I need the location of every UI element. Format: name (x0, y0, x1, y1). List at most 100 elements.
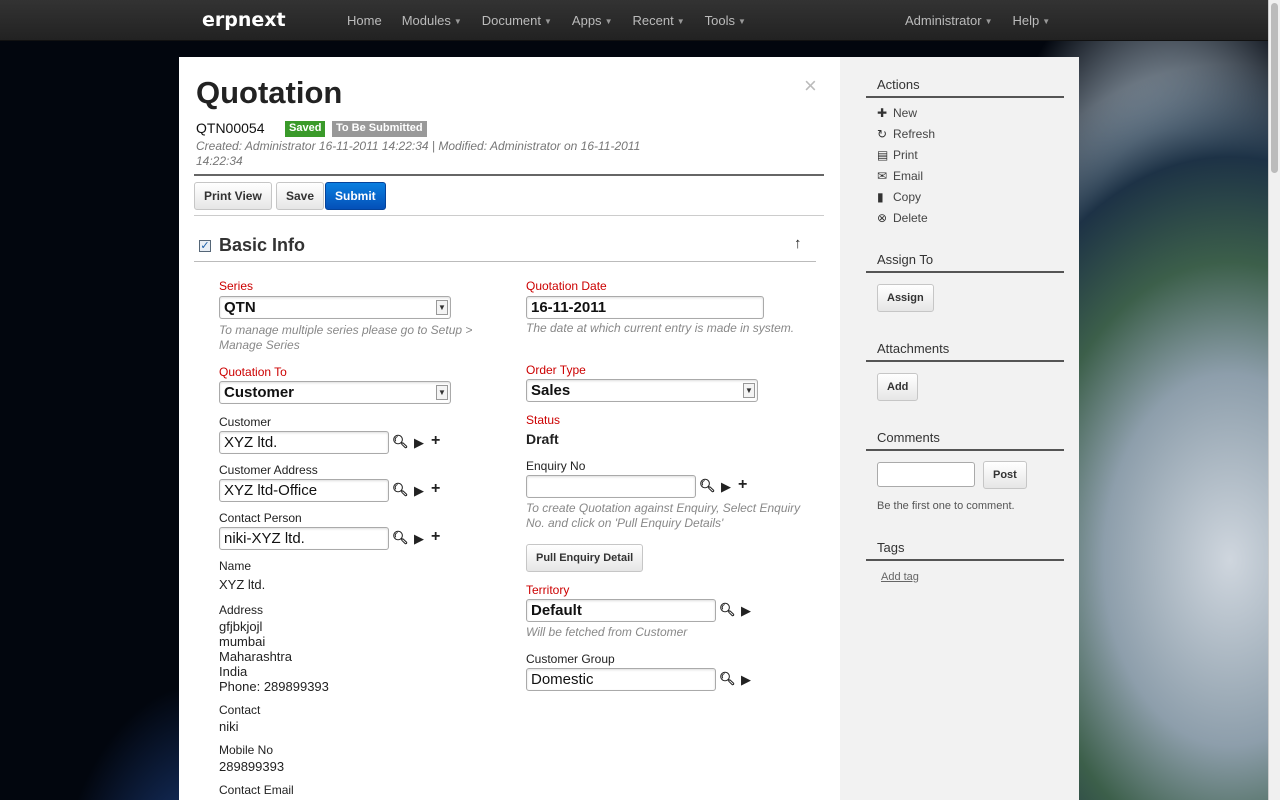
quotation-to-label: Quotation To (219, 365, 287, 379)
document-meta: Created: Administrator 16-11-2011 14:22:… (196, 139, 641, 168)
caret-down-icon: ▼ (604, 17, 613, 27)
action-copy[interactable]: ▮ Copy (877, 190, 921, 204)
search-icon[interactable]: 🔍︎ (719, 671, 736, 687)
address-line: Maharashtra (219, 649, 292, 664)
divider (194, 174, 824, 176)
customer-address-field[interactable]: XYZ ltd-Office (219, 479, 389, 502)
territory-label: Territory (526, 583, 570, 597)
nav-recent[interactable]: Recent ▼ (632, 13, 684, 28)
action-new[interactable]: ✚ New (877, 106, 917, 120)
action-email[interactable]: ✉ Email (877, 169, 923, 183)
order-type-label: Order Type (526, 363, 586, 377)
customer-group-label: Customer Group (526, 652, 615, 666)
play-icon[interactable]: ▶ (741, 603, 751, 619)
customer-address-label: Customer Address (219, 463, 318, 477)
contact-person-label: Contact Person (219, 511, 302, 525)
plus-icon[interactable]: + (431, 528, 440, 546)
search-icon[interactable]: 🔍︎ (392, 434, 409, 450)
play-icon[interactable]: ▶ (414, 435, 424, 451)
nav-home[interactable]: Home (347, 13, 382, 28)
search-icon[interactable]: 🔍︎ (699, 478, 716, 494)
nav-apps[interactable]: Apps ▼ (572, 13, 613, 28)
contact-label: Contact (219, 703, 261, 717)
caret-down-icon: ▼ (676, 17, 685, 27)
plus-icon: ✚ (877, 106, 888, 120)
address-line: India (219, 664, 248, 679)
file-icon: ▮ (877, 190, 884, 204)
desktop-background-earth (0, 560, 180, 800)
plus-icon[interactable]: + (431, 480, 440, 498)
page-scrollbar[interactable] (1268, 0, 1280, 800)
plus-icon[interactable]: + (738, 476, 747, 494)
quotation-date-field[interactable]: 16-11-2011 (526, 296, 764, 319)
action-refresh[interactable]: ↻ Refresh (877, 127, 935, 141)
submit-button[interactable]: Submit (325, 182, 386, 210)
pull-enquiry-detail-button[interactable]: Pull Enquiry Detail (526, 544, 644, 572)
save-button[interactable]: Save (276, 182, 325, 210)
nav-left: Home Modules ▼ Document ▼ Apps ▼ Recent ▼ To… (347, 13, 766, 28)
post-comment-button[interactable]: Post (983, 461, 1027, 489)
divider (194, 215, 824, 216)
nav-modules[interactable]: Modules ▼ (402, 13, 462, 28)
scrollbar-thumb[interactable] (1271, 3, 1278, 173)
divider (866, 449, 1064, 451)
action-print[interactable]: ▤ Print (877, 148, 918, 162)
customer-group-field[interactable]: Domestic (526, 668, 716, 691)
add-attachment-button[interactable]: Add (877, 373, 919, 401)
form-sidebar: Actions ✚ New ↻ Refresh ▤ Print ✉ Email ▮ Cop… (840, 57, 1079, 800)
caret-down-icon: ▼ (544, 17, 552, 27)
caret-down-icon: ▼ (737, 17, 746, 27)
section-checkbox-icon[interactable]: ✓ (199, 240, 211, 252)
enquiry-hint: To create Quotation against Enquiry, Sel… (526, 501, 801, 530)
plus-icon[interactable]: + (431, 432, 440, 450)
status-value: Draft (526, 431, 559, 447)
arrow-up-icon[interactable]: ↑ (794, 235, 802, 252)
customer-label: Customer (219, 415, 272, 429)
name-value: XYZ ltd. (219, 577, 266, 592)
search-icon[interactable]: 🔍︎ (719, 602, 736, 618)
nav-administrator[interactable]: Administrator ▼ (905, 13, 993, 28)
nav-right: Administrator ▼ Help ▼ (905, 13, 1070, 28)
series-select[interactable]: QTN ▼ (219, 296, 451, 319)
top-navbar: erpnext Home Modules ▼ Document ▼ Apps ▼ Re… (0, 0, 1280, 41)
form-panel: Quotation × QTN00054 Saved To Be Submitt… (179, 57, 840, 800)
actions-heading: Actions (877, 77, 920, 92)
chevron-down-icon: ▼ (436, 385, 448, 400)
divider (866, 360, 1064, 362)
quotation-date-label: Quotation Date (526, 279, 607, 293)
play-icon[interactable]: ▶ (721, 479, 731, 495)
play-icon[interactable]: ▶ (414, 531, 424, 547)
assign-to-heading: Assign To (877, 252, 934, 267)
comment-input[interactable] (877, 462, 975, 487)
address-line: gfjbkjojl (219, 619, 263, 634)
order-type-value: Sales (531, 382, 571, 399)
nav-help[interactable]: Help ▼ (1013, 13, 1051, 28)
nav-document[interactable]: Document ▼ (482, 13, 552, 28)
play-icon[interactable]: ▶ (741, 672, 751, 688)
brand-logo[interactable]: erpnext (202, 9, 286, 31)
play-icon[interactable]: ▶ (414, 483, 424, 499)
add-tag-link[interactable]: Add tag (881, 571, 919, 583)
chevron-down-icon: ▼ (436, 300, 448, 315)
print-view-button[interactable]: Print View (194, 182, 272, 210)
order-type-select[interactable]: Sales ▼ (526, 379, 758, 402)
search-icon[interactable]: 🔍︎ (392, 482, 409, 498)
enquiry-no-field[interactable] (526, 475, 696, 498)
caret-down-icon: ▼ (984, 17, 993, 27)
quotation-to-select[interactable]: Customer ▼ (219, 381, 451, 404)
close-icon[interactable]: × (804, 73, 817, 99)
territory-field[interactable]: Default (526, 599, 716, 622)
quotation-to-value: Customer (224, 384, 295, 401)
divider (866, 96, 1064, 98)
action-delete[interactable]: ⊗ Delete (877, 211, 928, 225)
customer-field[interactable]: XYZ ltd. (219, 431, 389, 454)
envelope-icon: ✉ (877, 169, 888, 183)
chevron-down-icon: ▼ (743, 383, 755, 398)
search-icon[interactable]: 🔍︎ (392, 530, 409, 546)
contact-person-field[interactable]: niki-XYZ ltd. (219, 527, 389, 550)
comments-heading: Comments (877, 430, 940, 445)
nav-tools[interactable]: Tools ▼ (705, 13, 746, 28)
document-id: QTN00054 (196, 120, 265, 136)
assign-button[interactable]: Assign (877, 284, 934, 312)
series-hint: To manage multiple series please go to S… (219, 323, 473, 352)
